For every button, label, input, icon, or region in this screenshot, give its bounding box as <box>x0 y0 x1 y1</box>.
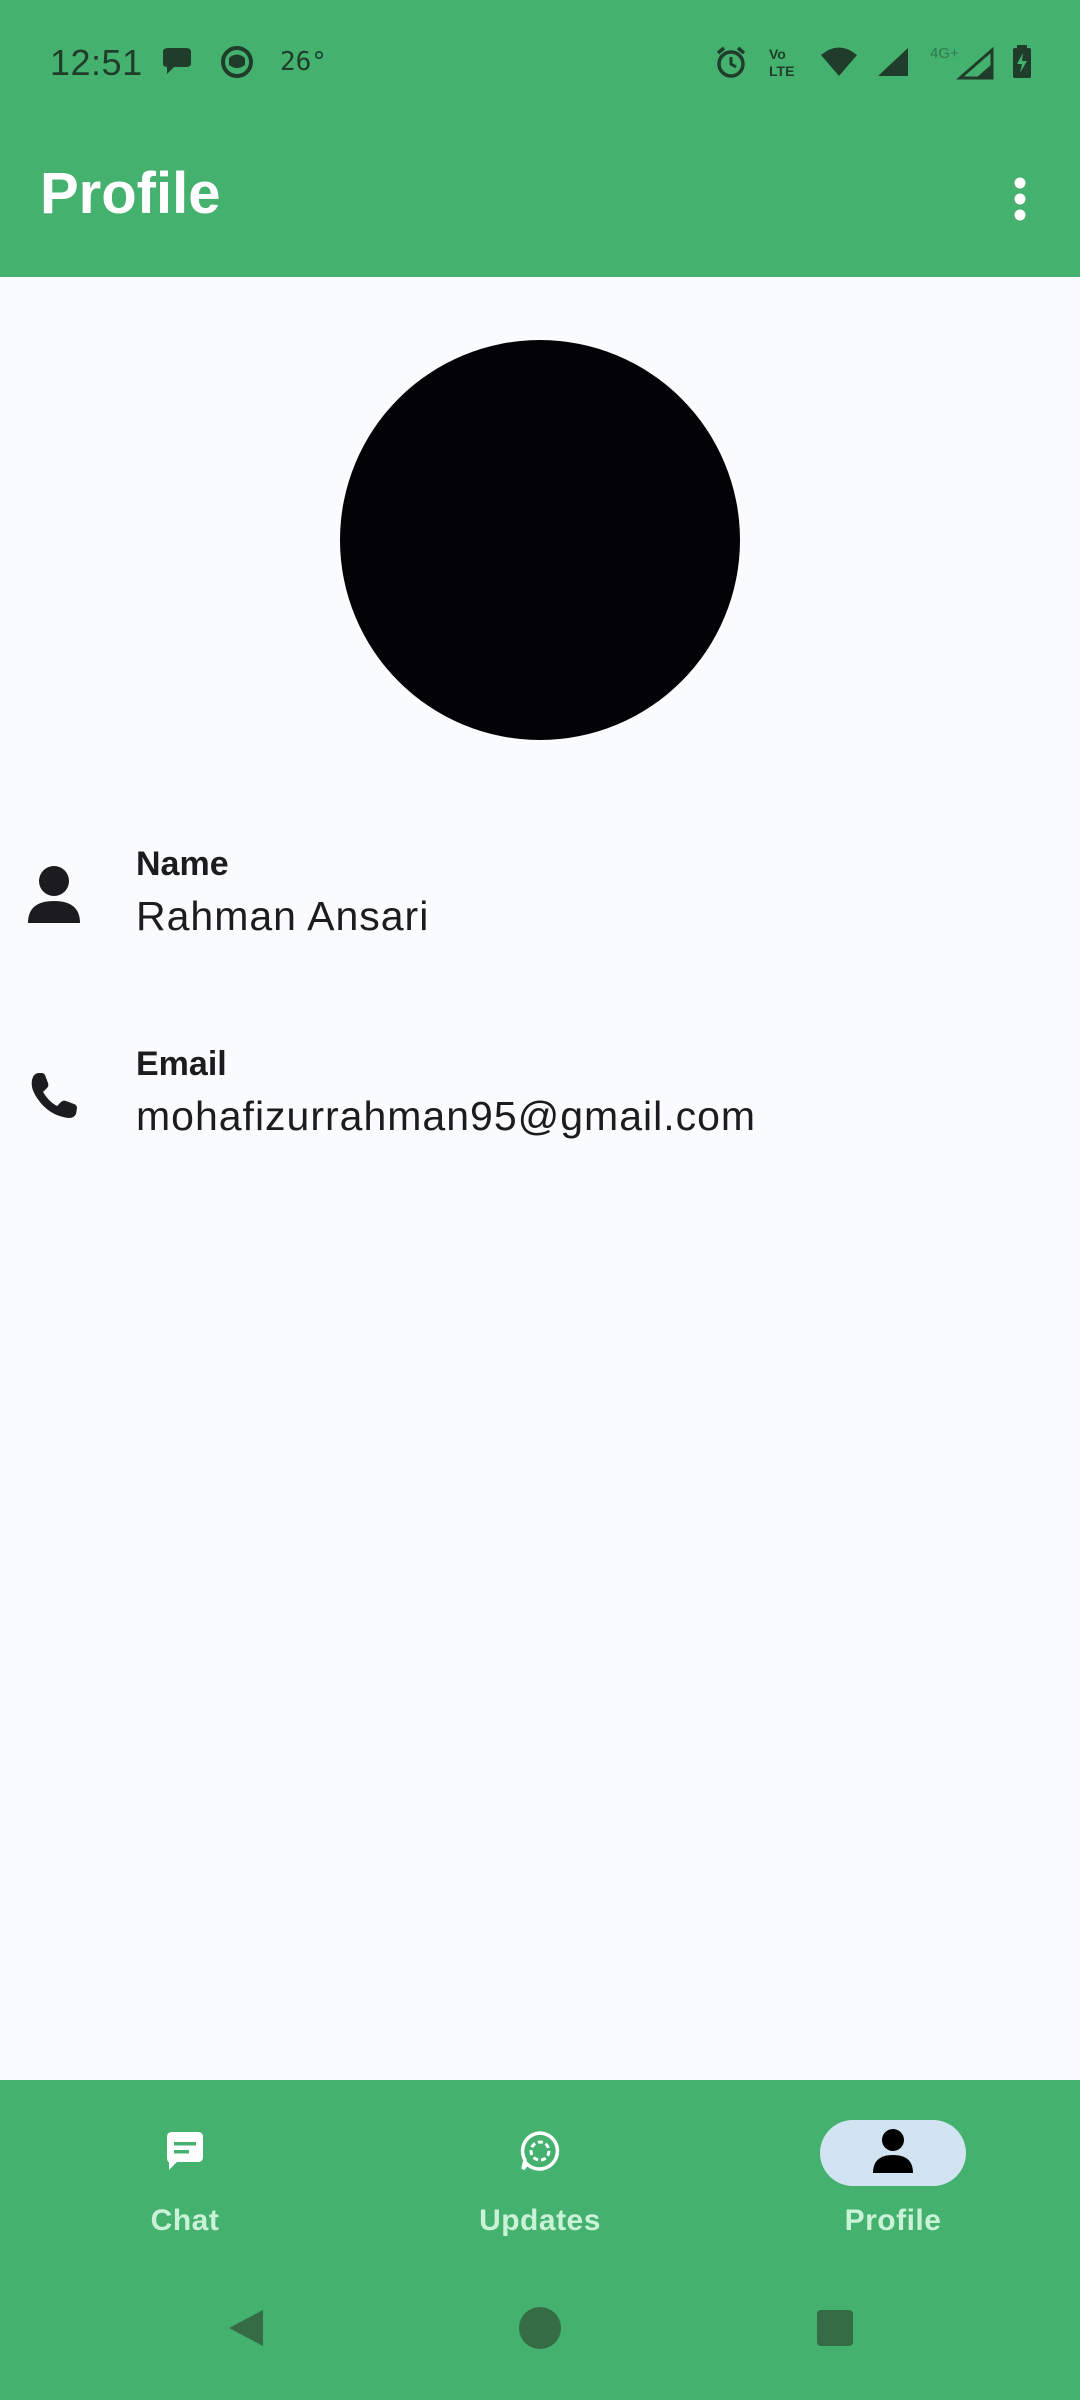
nav-active-indicator <box>820 2120 966 2186</box>
nav-label-chat: Chat <box>150 2204 220 2237</box>
back-icon <box>223 2306 267 2355</box>
status-left-icons: 26° <box>160 44 327 80</box>
svg-text:LTE: LTE <box>769 63 794 79</box>
system-back-button[interactable] <box>210 2295 280 2365</box>
notification-app-icon <box>220 45 254 79</box>
chat-bubble-icon <box>160 46 194 78</box>
person-icon <box>872 2128 914 2179</box>
volte-icon: Vo LTE <box>766 45 802 79</box>
signal-icon <box>876 46 910 78</box>
status-right-icons: Vo LTE 4G+ <box>714 44 1032 80</box>
4g-signal-icon: 4G+ <box>928 44 994 80</box>
updates-icon <box>518 2129 562 2178</box>
status-temperature: 26° <box>280 47 327 77</box>
status-time: 12:51 <box>50 42 143 83</box>
email-label: Email <box>136 1045 227 1083</box>
nav-label-profile: Profile <box>844 2204 942 2237</box>
app-bar: Profile <box>0 125 1080 277</box>
status-bar: 12:51 26° Vo LTE 4G+ <box>0 0 1080 125</box>
nav-icon-container <box>112 2120 258 2186</box>
svg-text:Vo: Vo <box>769 46 786 62</box>
nav-label-updates: Updates <box>479 2204 601 2237</box>
name-value: Rahman Ansari <box>136 893 430 939</box>
recents-icon <box>815 2308 855 2353</box>
more-vert-icon <box>1013 176 1027 227</box>
overflow-menu-button[interactable] <box>988 165 1052 237</box>
nav-item-profile[interactable]: Profile <box>773 2120 1013 2250</box>
email-value: mohafizurrahman95@gmail.com <box>136 1093 757 1139</box>
email-row[interactable]: Email mohafizurrahman95@gmail.com <box>0 1035 1080 1165</box>
avatar[interactable] <box>340 340 740 740</box>
phone-icon <box>22 1063 86 1127</box>
wifi-icon <box>820 46 858 78</box>
name-label: Name <box>136 845 229 883</box>
svg-text:4G+: 4G+ <box>930 45 959 62</box>
chat-icon <box>163 2129 207 2178</box>
person-icon <box>22 863 86 927</box>
system-recents-button[interactable] <box>800 2295 870 2365</box>
home-icon <box>518 2306 562 2355</box>
system-home-button[interactable] <box>505 2295 575 2365</box>
page-title: Profile <box>40 161 221 226</box>
nav-item-chat[interactable]: Chat <box>65 2120 305 2250</box>
name-row[interactable]: Name Rahman Ansari <box>0 835 1080 965</box>
nav-icon-container <box>467 2120 613 2186</box>
battery-charging-icon <box>1012 45 1032 79</box>
bottom-navigation: Chat Updates Profile <box>0 2080 1080 2265</box>
alarm-icon <box>714 45 748 79</box>
system-navigation-bar <box>0 2265 1080 2400</box>
nav-item-updates[interactable]: Updates <box>420 2120 660 2250</box>
